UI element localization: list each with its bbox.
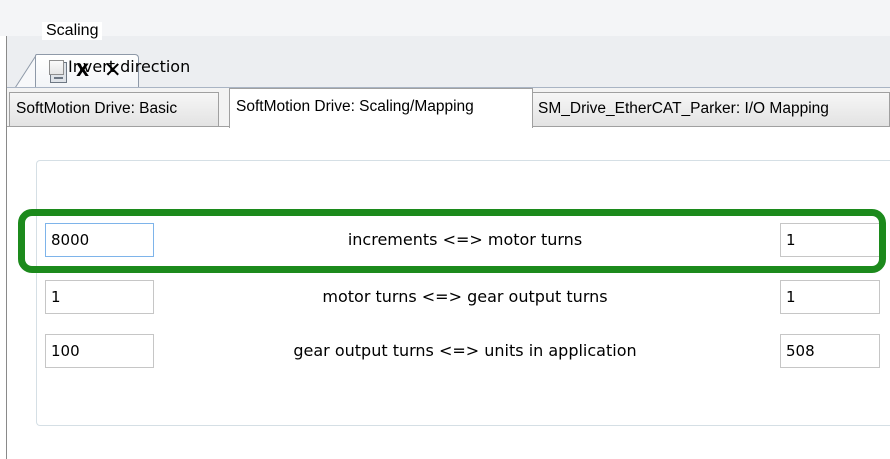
motor-turns-ratio-input[interactable]: 1 <box>45 280 154 314</box>
scaling-group-title: Scaling <box>42 22 103 40</box>
motor-gear-turns-label: motor turns <=> gear output turns <box>322 287 608 306</box>
gear-units-application-label: gear output turns <=> units in applicati… <box>293 341 637 360</box>
tab-sm-drive-ethercat-io-mapping[interactable]: SM_Drive_EtherCAT_Parker: I/O Mapping <box>531 92 890 126</box>
motor-turns-input[interactable]: 1 <box>780 223 880 257</box>
subtab-bar: SoftMotion Drive: Basic SoftMotion Drive… <box>7 88 890 128</box>
invert-direction-checkbox[interactable] <box>49 60 64 75</box>
increments-motor-turns-label: increments <=> motor turns <box>347 230 583 249</box>
tab-softmotion-drive-scaling-mapping[interactable]: SoftMotion Drive: Scaling/Mapping <box>229 88 533 128</box>
units-in-application-input[interactable]: 508 <box>780 334 880 368</box>
increments-input[interactable]: 8000 <box>45 223 154 257</box>
tab-softmotion-drive-basic[interactable]: SoftMotion Drive: Basic <box>9 92 219 126</box>
gear-output-turns-input[interactable]: 1 <box>780 280 880 314</box>
invert-direction-label: Invert direction <box>68 57 191 76</box>
gear-output-turns-ratio-input[interactable]: 100 <box>45 334 154 368</box>
top-toolbar-strip <box>0 0 890 36</box>
